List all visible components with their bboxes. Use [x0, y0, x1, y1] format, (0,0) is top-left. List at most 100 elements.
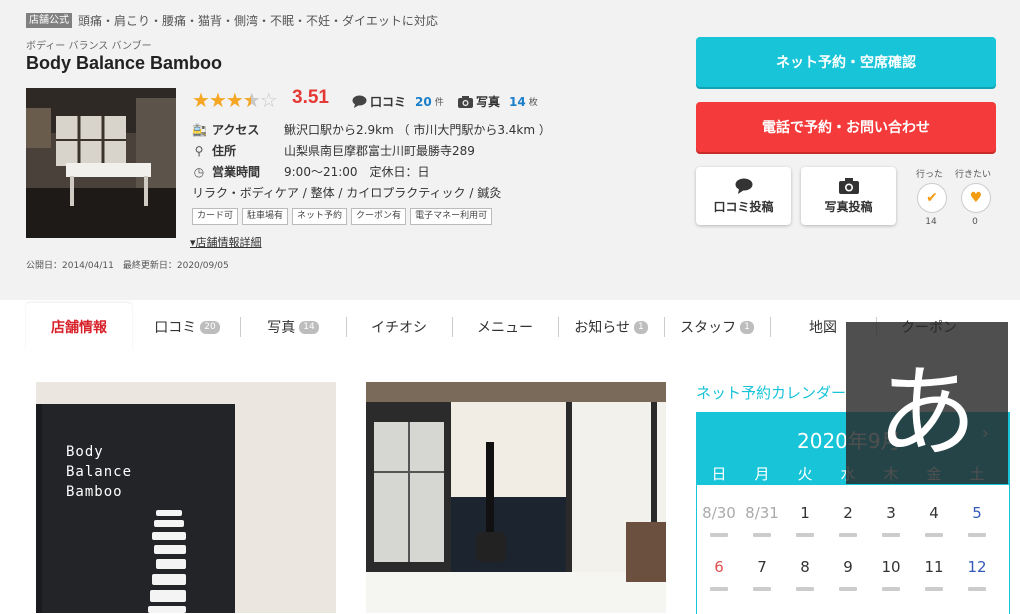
calendar-day[interactable]: 5	[955, 504, 999, 522]
calendar-day[interactable]: 10	[869, 558, 913, 576]
access-value: 鰍沢口駅から2.9km （ 市川大門駅から3.4km ）	[284, 123, 551, 137]
tab-label: メニュー	[477, 320, 533, 336]
tab-label: 店舗情報	[51, 320, 107, 336]
review-count-unit: 件	[434, 98, 444, 108]
want-count: 0	[972, 217, 978, 227]
address-label: 住所	[212, 144, 237, 158]
tab-menu[interactable]: メニュー	[452, 303, 558, 351]
calendar-day[interactable]: 12	[955, 558, 999, 576]
went-button[interactable]: ✔	[917, 183, 947, 213]
availability-bar	[968, 587, 986, 591]
brochure-line: Bamboo	[66, 484, 123, 500]
availability-bar	[882, 533, 900, 537]
went-label: 行った	[916, 170, 944, 180]
review-count[interactable]: 口コミ 20 件	[352, 93, 444, 110]
clock-icon: ◷	[193, 164, 205, 179]
photo-room[interactable]	[366, 382, 666, 613]
availability-bar	[710, 587, 728, 591]
address-row: ⚲ 住所 山梨県南巨摩郡富士川町最勝寺289	[192, 142, 475, 159]
tab-label: 写真	[267, 320, 296, 336]
availability-bar	[710, 533, 728, 537]
shop-name: Body Balance Bamboo	[26, 53, 223, 73]
hours-label: 営業時間	[212, 165, 261, 179]
want-label: 行きたい	[955, 170, 992, 180]
calendar-day[interactable]: 11	[912, 558, 956, 576]
review-count-number: 20	[415, 94, 432, 109]
shop-thumbnail-image	[26, 88, 176, 238]
hours-value: 9:00～21:00 定休日：日	[284, 165, 430, 179]
pin-icon: ⚲	[194, 143, 204, 158]
availability-bar	[753, 533, 771, 537]
net-reserve-button[interactable]: ネット予約・空席確認	[696, 37, 996, 87]
feature-chip: クーポン有	[351, 208, 407, 225]
brochure-text: Body Balance Bamboo	[66, 442, 132, 502]
calendar-day[interactable]: 1	[783, 504, 827, 522]
weekday-label: 火	[797, 465, 813, 483]
weekday-label: 日	[711, 465, 727, 483]
want-button[interactable]: ♥	[961, 183, 991, 213]
availability-bar	[839, 587, 857, 591]
tab-label: イチオシ	[371, 320, 427, 336]
photo-count-label: 写真	[476, 95, 501, 109]
availability-bar	[796, 587, 814, 591]
post-review-button[interactable]: 口コミ投稿	[696, 167, 791, 225]
phone-reserve-button[interactable]: 電話で予約・お問い合わせ	[696, 102, 996, 152]
brochure-line: Balance	[66, 464, 133, 480]
star-icon: ★	[225, 88, 244, 112]
tab-news[interactable]: お知らせ 1	[558, 303, 664, 351]
tab-reviews[interactable]: 口コミ 20	[134, 303, 240, 351]
shop-thumbnail[interactable]	[26, 88, 176, 238]
calendar-day[interactable]: 8	[783, 558, 827, 576]
star-icon: ★	[208, 88, 227, 112]
photo-brochure[interactable]: Body Balance Bamboo	[36, 382, 336, 613]
post-photo-button[interactable]: 写真投稿	[801, 167, 896, 225]
star-icon: ★	[192, 88, 210, 112]
tab-label: スタッフ	[680, 320, 737, 336]
rating-value: 3.51	[292, 87, 329, 108]
review-count-label: 口コミ	[370, 95, 407, 109]
availability-bar	[753, 587, 771, 591]
speech-bubble-icon	[352, 95, 367, 108]
weekday-label: 月	[754, 465, 770, 483]
access-row: 🚉 アクセス 鰍沢口駅から2.9km （ 市川大門駅から3.4km ）	[192, 121, 551, 138]
tab-label: 地図	[809, 320, 837, 336]
feature-chip: 電子マネー利用可	[410, 208, 493, 225]
calendar-day[interactable]: 6	[697, 558, 741, 576]
feature-chip: ネット予約	[292, 208, 348, 225]
shop-tagline: 頭痛・肩こり・腰痛・猫背・側湾・不眠・不妊・ダイエットに対応	[78, 14, 438, 28]
tab-shop-info[interactable]: 店舗情報	[26, 303, 132, 351]
tab-label: お知らせ	[574, 320, 630, 336]
hours-row: ◷ 営業時間 9:00～21:00 定休日：日	[192, 163, 430, 180]
calendar-title: ネット予約カレンダー	[696, 384, 847, 402]
calendar-day[interactable]: 3	[869, 504, 913, 522]
calendar-day[interactable]: 2	[826, 504, 870, 522]
photo-count[interactable]: 写真 14 枚	[458, 93, 538, 110]
feature-chip: カード可	[192, 208, 239, 225]
tab-count: 20	[200, 320, 220, 334]
calendar-day[interactable]: 4	[912, 504, 956, 522]
availability-bar	[839, 533, 857, 537]
shop-categories[interactable]: リラク・ボディケア / 整体 / カイロプラクティック / 鍼灸	[192, 184, 501, 201]
ime-mode-indicator: あ	[846, 322, 1008, 484]
calendar-day[interactable]: 8/31	[740, 504, 784, 522]
camera-icon	[838, 177, 859, 194]
availability-bar	[925, 533, 943, 537]
calendar-day[interactable]: 9	[826, 558, 870, 576]
brochure-line: Body	[66, 444, 104, 460]
post-photo-label: 写真投稿	[824, 199, 873, 214]
train-icon: 🚉	[192, 122, 207, 137]
address-value: 山梨県南巨摩郡富士川町最勝寺289	[284, 144, 475, 158]
calendar-day[interactable]: 7	[740, 558, 784, 576]
tab-recommend[interactable]: イチオシ	[346, 303, 452, 351]
availability-bar	[968, 533, 986, 537]
half-star-icon: ★★	[242, 88, 261, 112]
feature-chip: 駐車場有	[242, 208, 289, 225]
calendar-day[interactable]: 8/30	[697, 504, 741, 522]
availability-bar	[882, 587, 900, 591]
tab-staff[interactable]: スタッフ 1	[664, 303, 770, 351]
tab-photos[interactable]: 写真 14	[240, 303, 346, 351]
tab-count: 1	[740, 320, 754, 334]
speech-bubble-icon	[735, 178, 752, 194]
shop-details-link[interactable]: ▾店舗情報詳細	[190, 234, 262, 250]
camera-icon	[458, 96, 473, 108]
